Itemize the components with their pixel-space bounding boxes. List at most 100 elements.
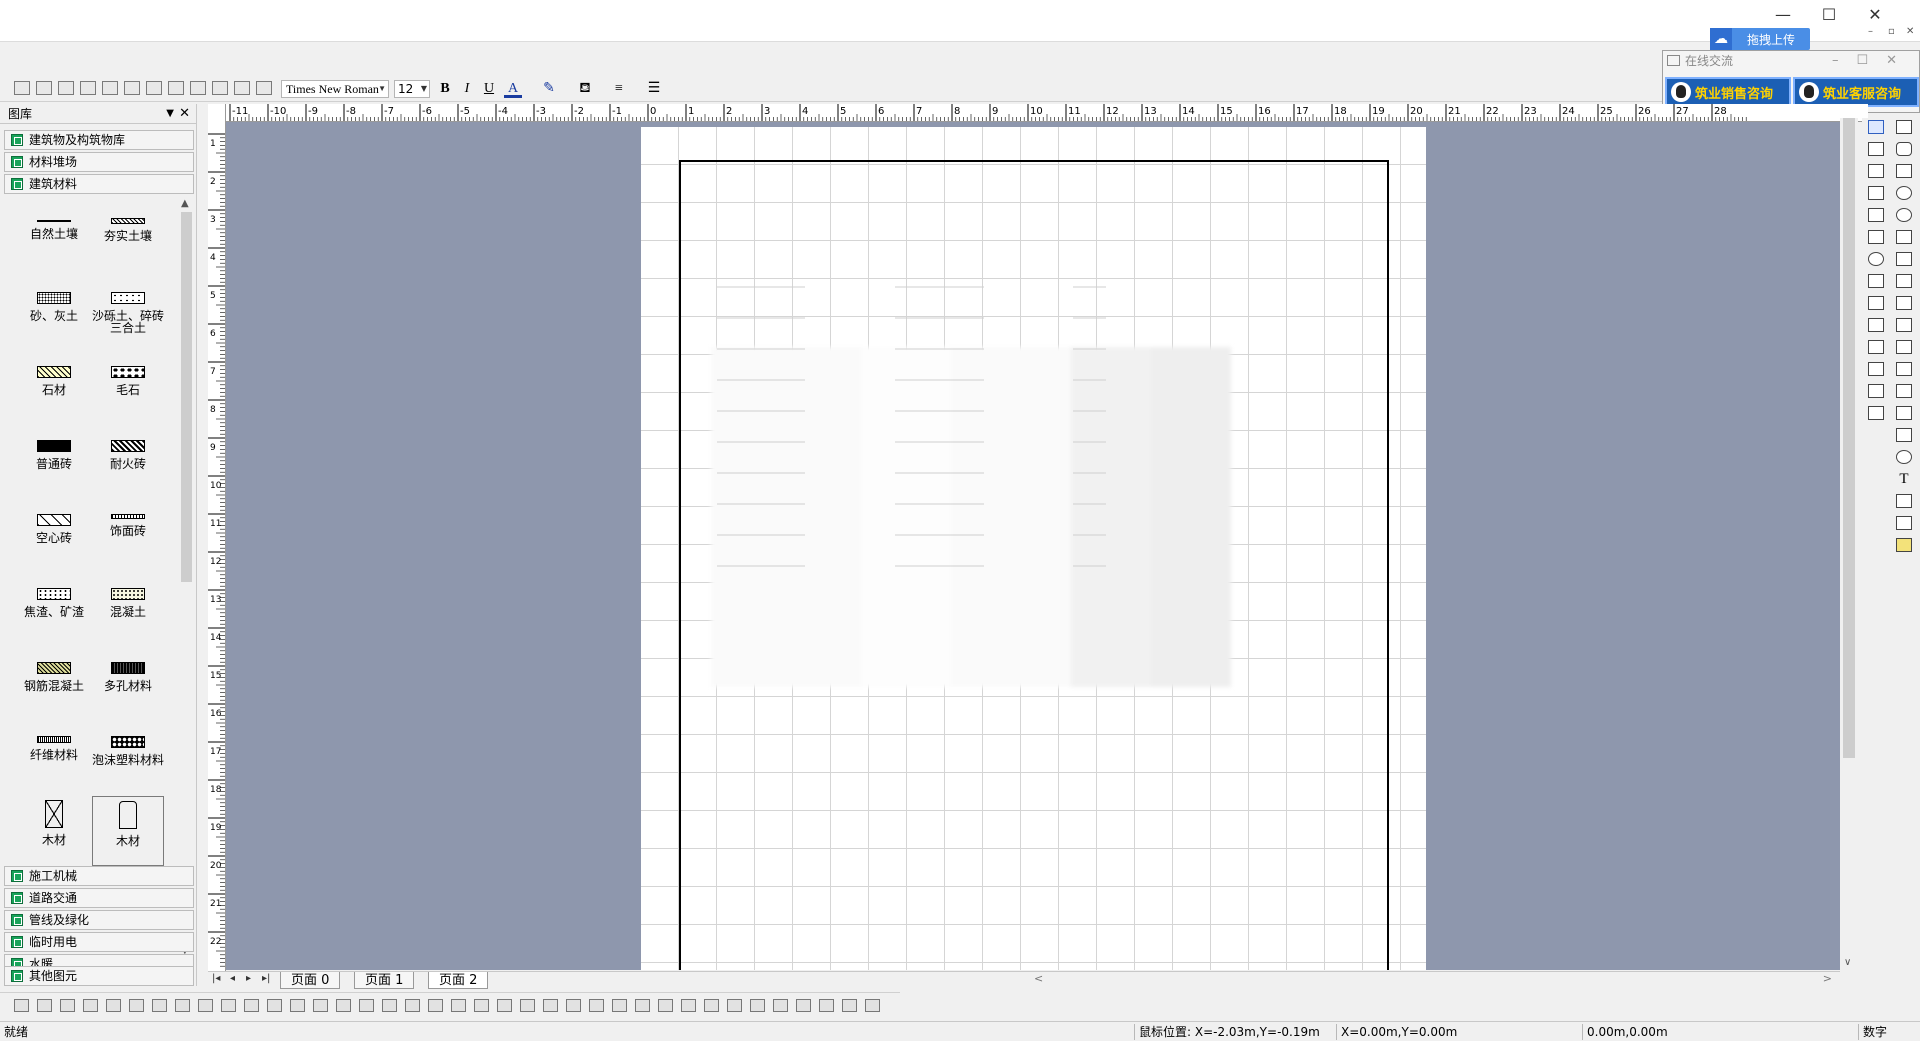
- same-height-icon[interactable]: [543, 999, 558, 1012]
- symbol-gravel[interactable]: 沙砾土、碎砖三合土: [92, 278, 164, 348]
- same-width-icon[interactable]: [520, 999, 535, 1012]
- page-tab-0[interactable]: 页面 0: [280, 972, 341, 989]
- spiral-tool-icon[interactable]: [1896, 362, 1912, 376]
- symbol-foam-plastic[interactable]: 泡沫塑料材料: [92, 722, 164, 792]
- close-button[interactable]: ✕: [1852, 0, 1898, 28]
- unlock-icon[interactable]: [267, 999, 282, 1012]
- mirror-icon[interactable]: [106, 999, 121, 1012]
- grid-alt-icon[interactable]: [102, 81, 118, 95]
- flip-alt-icon[interactable]: [152, 999, 167, 1012]
- pie-tool-icon[interactable]: [1896, 428, 1912, 442]
- level-tool-icon[interactable]: [1868, 318, 1884, 332]
- hand-icon[interactable]: [83, 999, 98, 1012]
- shear-icon[interactable]: [635, 999, 650, 1012]
- polyline-tool-icon[interactable]: [1868, 142, 1884, 156]
- symbol-reinforced-concrete[interactable]: 钢筋混凝土: [18, 648, 90, 718]
- art-text-tool-icon[interactable]: [1896, 494, 1912, 508]
- symbol-wood-selected[interactable]: 木材: [92, 796, 164, 866]
- fill-color-icon[interactable]: ⛾: [576, 80, 594, 98]
- connector-tool-icon[interactable]: [1868, 186, 1884, 200]
- scroll-up-icon[interactable]: ▲: [181, 198, 189, 209]
- tree-alt-icon[interactable]: [190, 81, 206, 95]
- symbol-rubble[interactable]: 毛石: [92, 352, 164, 422]
- symbol-firebrick[interactable]: 耐火砖: [92, 426, 164, 496]
- symbol-hollow-brick[interactable]: 空心砖: [18, 500, 90, 570]
- symbol-wood[interactable]: 木材: [18, 796, 90, 866]
- rotate-icon[interactable]: [175, 999, 190, 1012]
- category-road-traffic[interactable]: 道路交通: [4, 888, 194, 908]
- symbol-common-brick[interactable]: 普通砖: [18, 426, 90, 496]
- service-consult-button[interactable]: 筑业客服咨询: [1793, 77, 1919, 107]
- shape-edit-icon[interactable]: [37, 999, 52, 1012]
- font-name-select[interactable]: Times New Roman ▼: [281, 80, 389, 98]
- minimize-button[interactable]: —: [1760, 0, 1806, 28]
- bezier-tool-icon[interactable]: [1896, 340, 1912, 354]
- pointer-tool-icon[interactable]: [1868, 120, 1884, 134]
- library-scrollbar[interactable]: ▲ ▼: [178, 196, 194, 958]
- connect-icon[interactable]: [124, 81, 140, 95]
- marker-tool-icon[interactable]: [1868, 340, 1884, 354]
- symbol-sand-lime[interactable]: 砂、灰土: [18, 278, 90, 348]
- fill-icon[interactable]: [14, 999, 29, 1012]
- save-image-icon[interactable]: [819, 999, 834, 1012]
- online-window-controls[interactable]: –☐✕: [1832, 51, 1915, 71]
- category-other-elements[interactable]: 其他图元: [4, 966, 194, 986]
- category-construction-machinery[interactable]: 施工机械: [4, 866, 194, 886]
- maximize-button[interactable]: ☐: [1806, 0, 1852, 28]
- sales-consult-button[interactable]: 筑业销售咨询: [1665, 77, 1791, 107]
- warp-icon[interactable]: [681, 999, 696, 1012]
- arrow-tool-icon[interactable]: [1868, 230, 1884, 244]
- pen-tool-icon[interactable]: [1896, 516, 1912, 530]
- symbol-concrete[interactable]: 混凝土: [92, 574, 164, 644]
- canvas-vertical-scrollbar[interactable]: ∨: [1840, 118, 1858, 970]
- line-tool-icon[interactable]: [1896, 230, 1912, 244]
- cup-icon[interactable]: [60, 999, 75, 1012]
- grid-icon[interactable]: [80, 81, 96, 95]
- arc-tool-icon[interactable]: [1896, 384, 1912, 398]
- align-left-icon[interactable]: [290, 999, 305, 1012]
- drawing-page[interactable]: [641, 127, 1426, 970]
- align-center-icon[interactable]: [313, 999, 328, 1012]
- scroll-down-icon[interactable]: ∨: [1844, 957, 1851, 968]
- last-page-icon[interactable]: ▸|: [262, 973, 270, 984]
- scroll-left-icon[interactable]: <: [1034, 972, 1043, 985]
- export-icon[interactable]: [865, 999, 880, 1012]
- tree-icon[interactable]: [168, 81, 184, 95]
- mdi-restore-icon[interactable]: ▫: [1888, 26, 1895, 37]
- circle-tool-icon[interactable]: [1896, 208, 1912, 222]
- group-icon[interactable]: [198, 999, 213, 1012]
- square-tool-icon[interactable]: [1896, 164, 1912, 178]
- page-tab-1[interactable]: 页面 1: [354, 972, 415, 989]
- mdi-close-icon[interactable]: ✕: [1906, 26, 1914, 37]
- mdi-minimize-icon[interactable]: –: [1868, 26, 1873, 37]
- node-tool-icon[interactable]: [1868, 274, 1884, 288]
- distribute-v-icon[interactable]: [497, 999, 512, 1012]
- merge-icon[interactable]: [212, 81, 228, 95]
- break-tool-icon[interactable]: [1868, 296, 1884, 310]
- close-icon[interactable]: ✕: [179, 104, 190, 124]
- curve-tool-icon[interactable]: [1896, 296, 1912, 310]
- rectangle-tool-icon[interactable]: [1896, 120, 1912, 134]
- resize-icon[interactable]: [796, 999, 811, 1012]
- first-page-icon[interactable]: |◂: [212, 973, 220, 984]
- align-right-icon[interactable]: [405, 999, 420, 1012]
- send-back-icon[interactable]: [451, 999, 466, 1012]
- flip-icon[interactable]: [129, 999, 144, 1012]
- align-bottom-icon[interactable]: [359, 999, 374, 1012]
- layout-alt-icon[interactable]: [256, 81, 272, 95]
- ungroup-icon[interactable]: [221, 999, 236, 1012]
- layer-alt-icon[interactable]: [750, 999, 765, 1012]
- image-tool-icon[interactable]: [1896, 538, 1912, 552]
- ellipse-tool-icon[interactable]: [1896, 186, 1912, 200]
- font-color-button[interactable]: A: [504, 80, 522, 98]
- table-icon[interactable]: [14, 81, 30, 95]
- symbol-stone[interactable]: 石材: [18, 352, 90, 422]
- category-material-yard[interactable]: 材料堆场: [4, 152, 194, 172]
- same-size-icon[interactable]: [566, 999, 581, 1012]
- align-middle-icon[interactable]: [382, 999, 397, 1012]
- italic-button[interactable]: I: [458, 80, 476, 98]
- canvas-horizontal-scrollbar[interactable]: < >: [1030, 972, 1840, 988]
- lock-icon[interactable]: [244, 999, 259, 1012]
- symbol-fiber-material[interactable]: 纤维材料: [18, 722, 90, 792]
- freehand-tool-icon[interactable]: [1896, 274, 1912, 288]
